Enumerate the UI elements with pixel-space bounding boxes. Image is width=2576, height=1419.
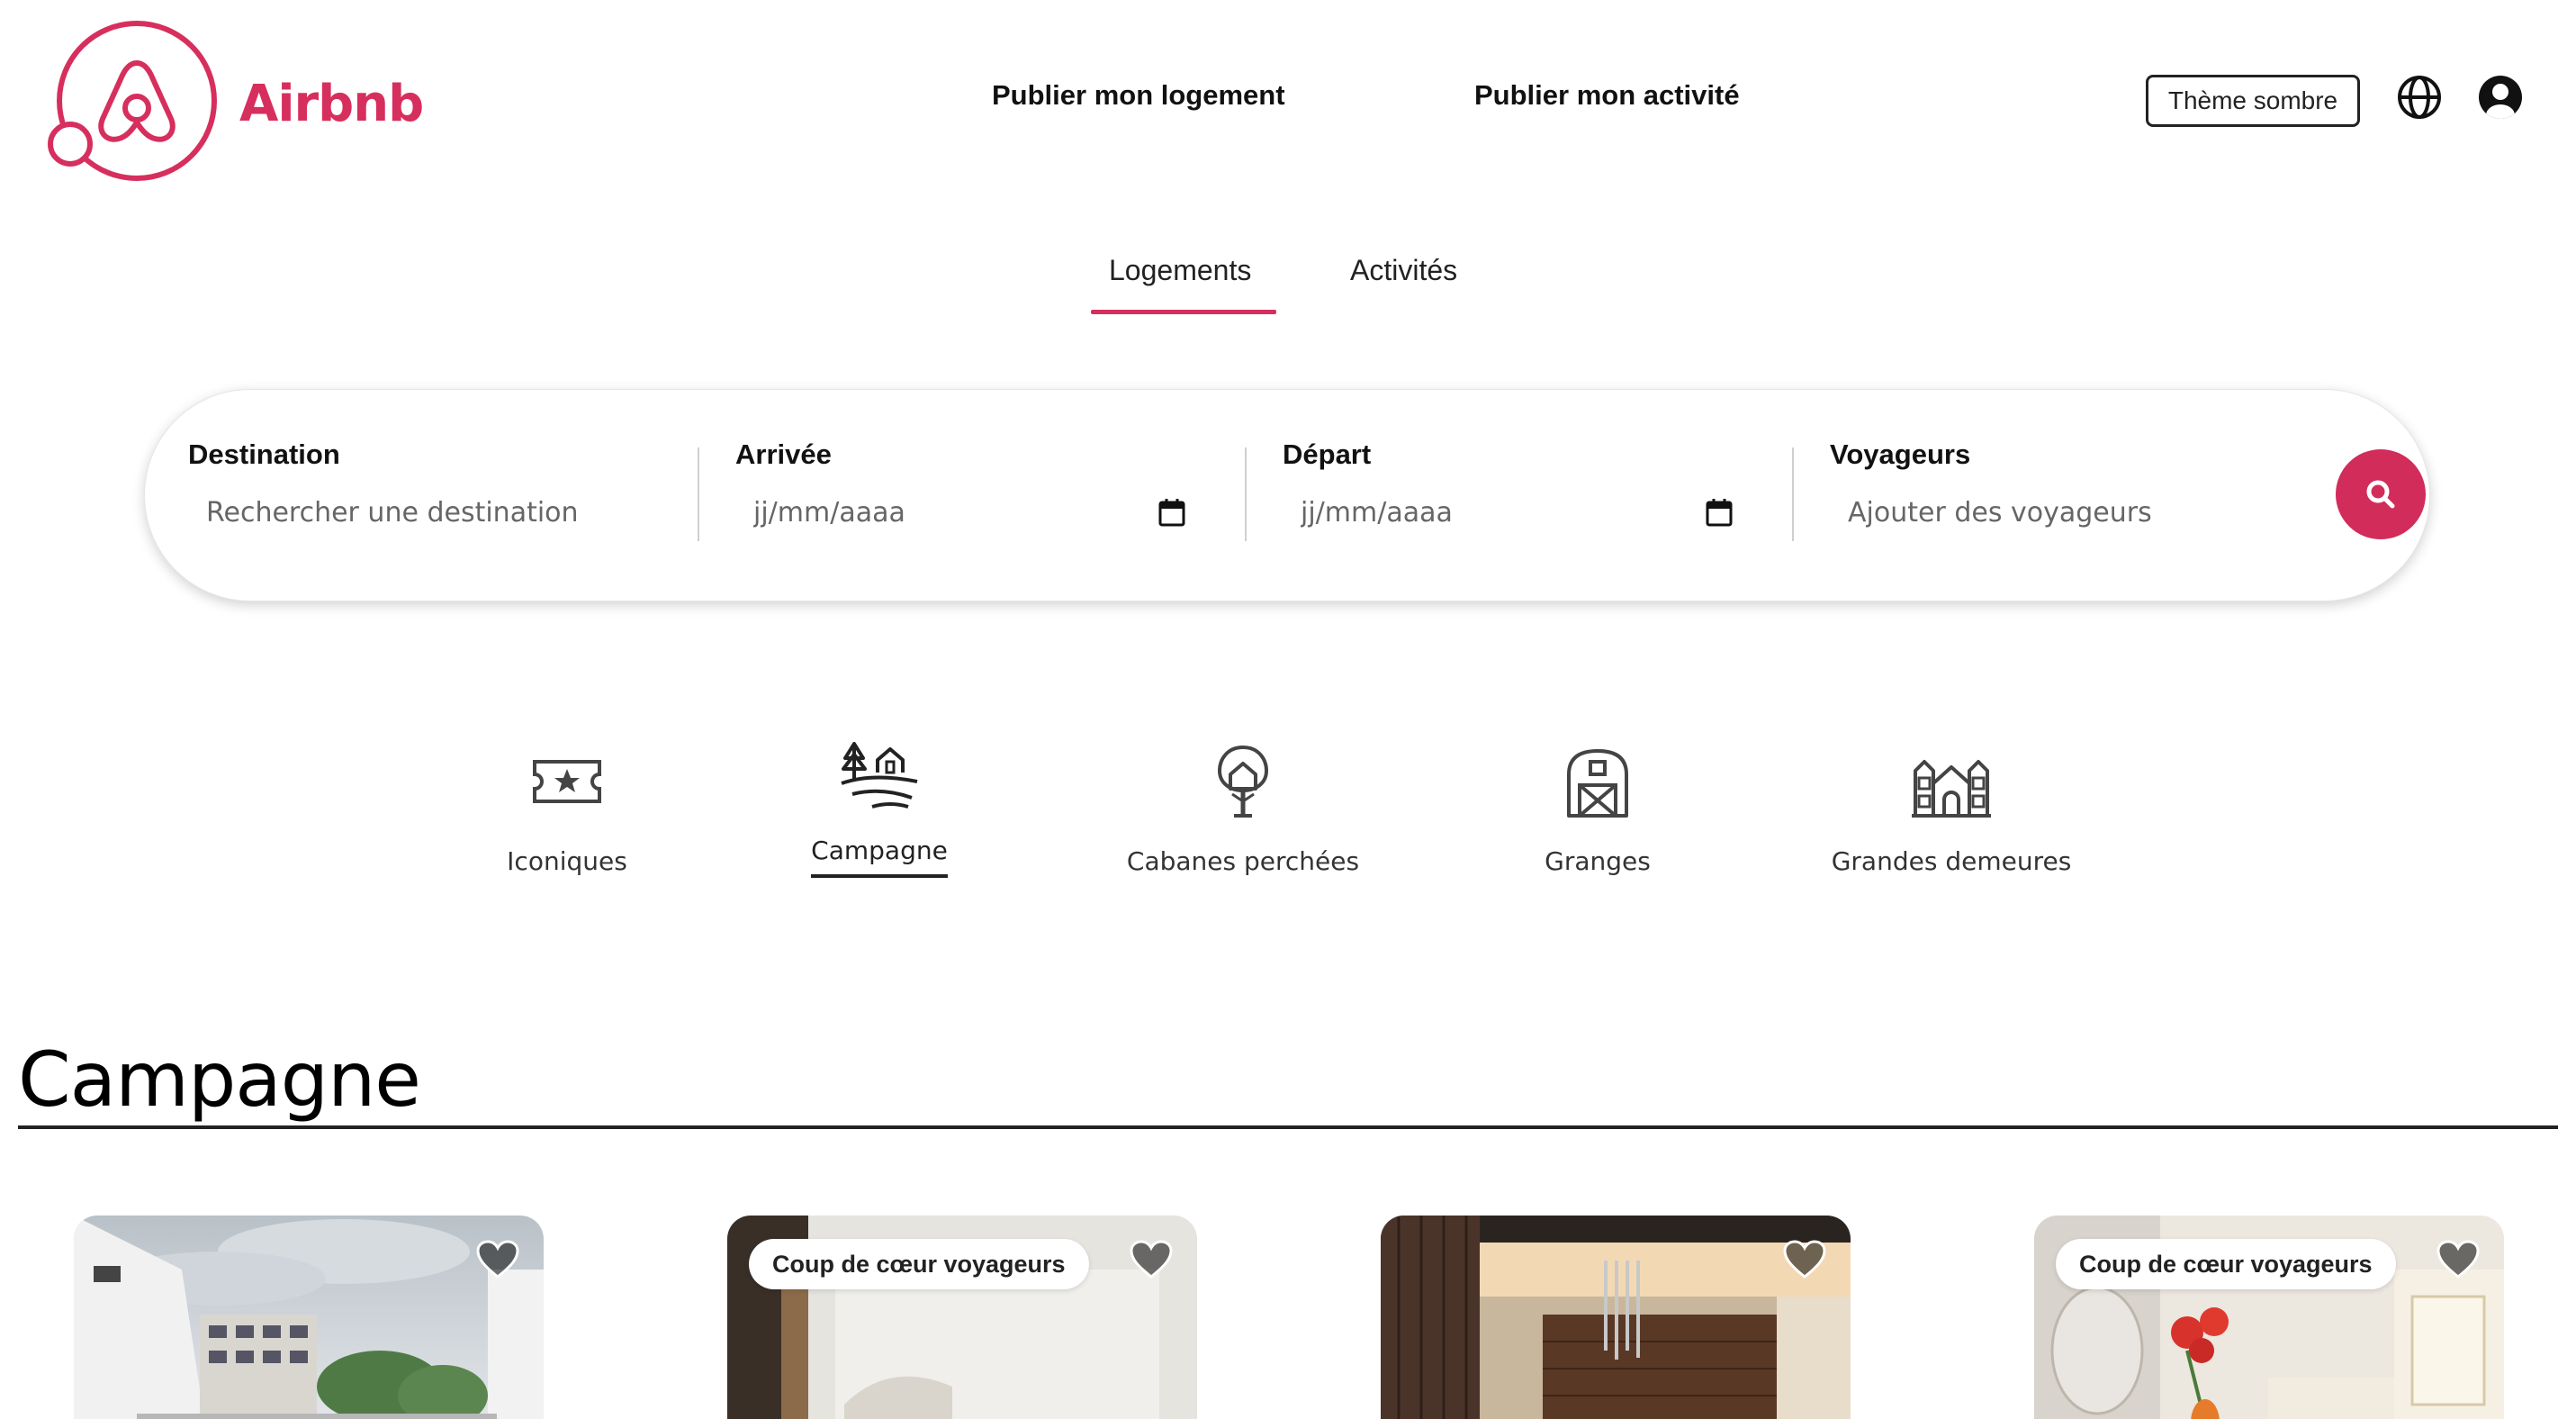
- brand-name: Airbnb: [239, 74, 424, 133]
- search-tabs: Logements Activités: [0, 254, 2576, 317]
- tab-stays[interactable]: Logements: [1109, 254, 1251, 287]
- active-tab-indicator: [1091, 310, 1276, 314]
- favorite-heart-icon[interactable]: [1129, 1239, 1174, 1280]
- category-iconic[interactable]: Iconiques: [479, 738, 655, 900]
- category-label: Grandes demeures: [1831, 846, 2072, 876]
- airbnb-logo[interactable]: Airbnb: [47, 18, 443, 189]
- arrival-label: Arrivée: [735, 438, 832, 470]
- iconic-ticket-icon: [533, 760, 601, 803]
- search-button[interactable]: [2336, 449, 2426, 539]
- departure-date-input[interactable]: [1301, 485, 1679, 539]
- host-home-link[interactable]: Publier mon logement: [992, 79, 1285, 112]
- guests-label: Voyageurs: [1830, 438, 1971, 470]
- category-treehouses[interactable]: Cabanes perchées: [1121, 738, 1365, 900]
- search-icon: [2366, 480, 2395, 509]
- favorite-heart-icon[interactable]: [475, 1239, 520, 1280]
- tab-experiences[interactable]: Activités: [1350, 254, 1457, 287]
- listing-card[interactable]: [1381, 1216, 1851, 1419]
- guests-input[interactable]: [1848, 485, 2298, 539]
- airbnb-logo-icon: [48, 21, 217, 181]
- field-divider: [698, 447, 699, 541]
- section-title: Campagne: [18, 1035, 421, 1124]
- category-mansions[interactable]: Grandes demeures: [1825, 738, 2077, 900]
- dark-theme-button[interactable]: Thème sombre: [2146, 75, 2360, 127]
- countryside-icon: [841, 742, 918, 809]
- departure-field[interactable]: Départ: [1283, 390, 1787, 602]
- search-bar: Destination Arrivée Départ Voyageurs: [144, 389, 2430, 601]
- arrival-date-input[interactable]: [753, 485, 1131, 539]
- destination-field[interactable]: Destination: [188, 390, 692, 602]
- user-profile-icon[interactable]: [2475, 72, 2526, 122]
- calendar-icon[interactable]: [1706, 498, 1733, 527]
- category-label: Campagne: [811, 836, 948, 878]
- section-divider: [18, 1125, 2558, 1129]
- field-divider: [1792, 447, 1794, 541]
- destination-label: Destination: [188, 438, 340, 470]
- mansion-icon: [1912, 760, 1991, 818]
- barn-icon: [1567, 749, 1628, 818]
- category-label: Iconiques: [507, 846, 627, 876]
- guest-favorite-badge: Coup de cœur voyageurs: [749, 1239, 1089, 1289]
- calendar-icon[interactable]: [1158, 498, 1185, 527]
- header: Airbnb Publier mon logement Publier mon …: [0, 0, 2576, 198]
- arrival-field[interactable]: Arrivée: [735, 390, 1239, 602]
- listing-photo: [1381, 1216, 1851, 1419]
- treehouse-icon: [1217, 745, 1269, 818]
- favorite-heart-icon[interactable]: [1782, 1239, 1827, 1280]
- departure-label: Départ: [1283, 438, 1372, 470]
- favorite-heart-icon[interactable]: [2436, 1239, 2481, 1280]
- listing-card[interactable]: Coup de cœur voyageurs: [2034, 1216, 2504, 1419]
- listing-photo: [74, 1216, 544, 1419]
- listing-card[interactable]: Coup de cœur voyageurs: [727, 1216, 1197, 1419]
- category-label: Cabanes perchées: [1126, 846, 1360, 876]
- globe-icon[interactable]: [2394, 72, 2445, 122]
- guests-field[interactable]: Voyageurs: [1830, 390, 2334, 602]
- category-label: Granges: [1545, 846, 1651, 876]
- host-experience-link[interactable]: Publier mon activité: [1474, 79, 1740, 112]
- field-divider: [1245, 447, 1247, 541]
- category-barns[interactable]: Granges: [1530, 738, 1665, 900]
- listing-card[interactable]: [74, 1216, 544, 1419]
- guest-favorite-badge: Coup de cœur voyageurs: [2056, 1239, 2396, 1289]
- category-countryside[interactable]: Campagne: [787, 731, 972, 893]
- destination-input[interactable]: [206, 485, 656, 539]
